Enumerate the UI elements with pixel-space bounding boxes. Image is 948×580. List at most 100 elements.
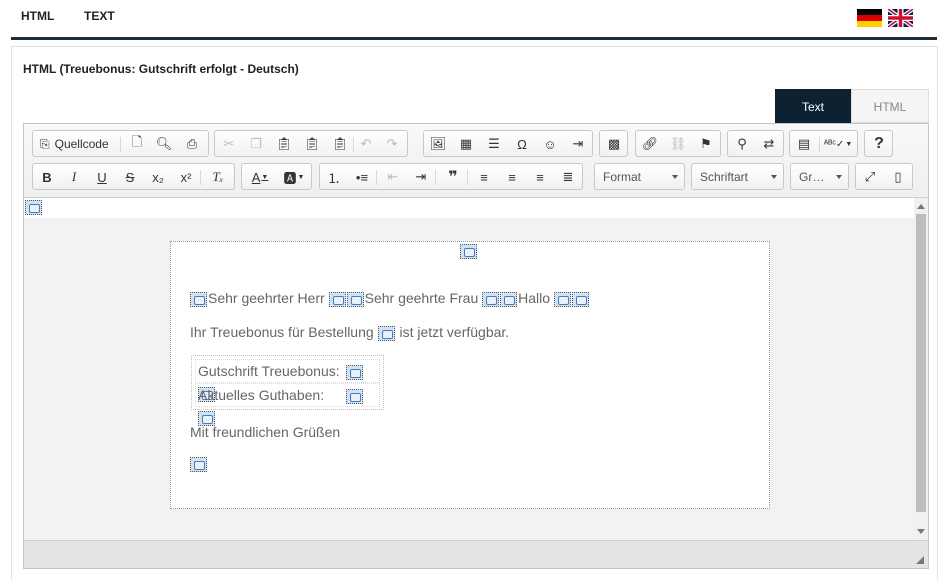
greeting-frau: Sehr geehrte Frau	[364, 290, 479, 306]
table-row: Aktuelles Guthaben:	[195, 383, 380, 426]
placeholder-tag-icon[interactable]	[377, 325, 395, 341]
replace-icon[interactable]: ⇄	[758, 133, 780, 155]
table-row: Gutschrift Treuebonus:	[195, 359, 380, 402]
align-left-icon[interactable]: ≡	[473, 166, 495, 188]
preview-icon[interactable]: 🔍︎	[153, 133, 175, 155]
indent-icon[interactable]: ⇥	[410, 166, 432, 188]
find-icon[interactable]: ⚲	[731, 133, 753, 155]
strikethrough-icon[interactable]: S	[119, 166, 141, 188]
bonus-table: Gutschrift Treuebonus: Aktuelles Guthabe…	[191, 355, 384, 426]
top-tab-bar: HTML TEXT	[0, 0, 948, 40]
help-button[interactable]: ?	[868, 133, 890, 155]
italic-icon[interactable]: I	[63, 166, 85, 188]
placeholder-tag-icon[interactable]	[25, 200, 42, 215]
link-icon[interactable]: 🔗︎	[639, 133, 661, 155]
source-button[interactable]: ⎘ Quellcode	[34, 133, 112, 155]
align-justify-icon[interactable]: ≣	[557, 166, 579, 188]
paste-word-icon[interactable]: 📋︎	[329, 133, 351, 155]
table-icon[interactable]: ▦	[455, 133, 477, 155]
resize-handle-icon[interactable]	[916, 556, 924, 564]
document-group: ⎘ Quellcode 🗋 🔍︎ ⎙	[32, 130, 209, 157]
editor-content[interactable]: Sehr geehrter Herr Sehr geehrte Frau Hal…	[24, 198, 914, 540]
bold-icon[interactable]: B	[36, 166, 58, 188]
align-right-icon[interactable]: ≡	[529, 166, 551, 188]
new-page-icon[interactable]: 🗋	[126, 133, 148, 155]
mode-tab-text[interactable]: Text	[775, 89, 851, 123]
find-group: ⚲ ⇄	[727, 130, 784, 157]
placeholder-tag-icon[interactable]	[346, 364, 363, 380]
email-body[interactable]: Sehr geehrter Herr Sehr geehrte Frau Hal…	[170, 241, 770, 509]
scroll-up-icon[interactable]	[917, 204, 925, 209]
paste-icon[interactable]: 📋︎	[273, 133, 295, 155]
template-panel: HTML (Treuebonus: Gutschrift erfolgt - D…	[11, 46, 938, 580]
background-color-icon[interactable]: 🅰︎ ▼	[279, 166, 309, 188]
qr-group: ▩	[599, 130, 628, 157]
special-char-icon[interactable]: Ω	[511, 133, 533, 155]
bullet-list-icon[interactable]: •≡	[351, 166, 373, 188]
qrcode-icon[interactable]: ▩	[603, 133, 625, 155]
select-all-icon[interactable]: ▤	[793, 133, 815, 155]
placeholder-tag-icon[interactable]	[500, 291, 518, 307]
image-icon[interactable]: 🖼︎	[427, 133, 449, 155]
remove-format-icon[interactable]: Tₓ	[207, 166, 229, 188]
german-flag-icon[interactable]	[857, 9, 882, 27]
placeholder-tag-icon[interactable]	[460, 244, 477, 259]
paste-text-icon[interactable]: 📋︎	[301, 133, 323, 155]
header-divider	[11, 37, 937, 40]
format-dropdown[interactable]: Format	[594, 163, 685, 190]
underline-icon[interactable]: U	[91, 166, 113, 188]
credit-label: Gutschrift Treuebonus:	[198, 363, 340, 379]
chevron-down-icon	[836, 175, 842, 179]
smiley-icon[interactable]: ☺	[539, 133, 561, 155]
signature-line	[190, 455, 208, 472]
clipboard-group: ✂ ❐ 📋︎ 📋︎ 📋︎ ↶ ↷	[214, 130, 408, 157]
size-dropdown[interactable]: Gr…	[790, 163, 849, 190]
uk-flag-icon[interactable]	[888, 9, 913, 27]
source-label: Quellcode	[54, 137, 109, 151]
placeholder-tag-icon[interactable]	[482, 291, 500, 307]
anchor-flag-icon[interactable]: ⚑	[695, 133, 717, 155]
scroll-thumb[interactable]	[916, 214, 926, 512]
copy-icon[interactable]: ❐	[245, 133, 267, 155]
placeholder-tag-icon[interactable]	[328, 291, 346, 307]
undo-icon[interactable]: ↶	[355, 133, 377, 155]
mode-tab-html[interactable]: HTML	[851, 89, 929, 123]
content-top-strip	[24, 198, 914, 218]
vertical-scrollbar[interactable]	[914, 198, 928, 540]
placeholder-tag-icon[interactable]	[190, 291, 207, 307]
show-blocks-icon[interactable]: ▯	[887, 166, 909, 188]
superscript-icon[interactable]: x²	[175, 166, 197, 188]
placeholder-tag-icon[interactable]	[571, 291, 589, 307]
print-icon[interactable]: ⎙	[181, 133, 203, 155]
numbered-list-icon[interactable]: ⒈	[323, 166, 345, 188]
view-group: ⤢ ▯	[855, 163, 913, 190]
page-break-icon[interactable]: ⇥	[567, 133, 589, 155]
spell-group: ▤ ᴬᴮᶜ✓ ▼	[789, 130, 858, 157]
font-dropdown[interactable]: Schriftart	[691, 163, 784, 190]
maximize-icon[interactable]: ⤢	[859, 166, 881, 188]
format-dropdown-label: Format	[603, 170, 642, 184]
unlink-icon[interactable]: ⛓	[667, 133, 689, 155]
text-color-icon[interactable]: A ▼	[245, 166, 275, 188]
link-group: 🔗︎ ⛓ ⚑	[635, 130, 721, 157]
redo-icon[interactable]: ↷	[381, 133, 403, 155]
tab-text[interactable]: TEXT	[84, 9, 115, 23]
balance-label: Aktuelles Guthaben:	[198, 387, 325, 403]
outdent-icon[interactable]: ⇤	[382, 166, 404, 188]
placeholder-tag-icon[interactable]	[190, 456, 207, 472]
chevron-down-icon	[672, 175, 678, 179]
bonus-text-after: ist jetzt verfügbar.	[399, 324, 510, 340]
placeholder-tag-icon[interactable]	[346, 388, 363, 404]
blockquote-icon[interactable]: ❞	[442, 166, 464, 188]
cut-icon[interactable]: ✂	[218, 133, 240, 155]
placeholder-tag-icon[interactable]	[346, 291, 364, 307]
spellcheck-icon[interactable]: ᴬᴮᶜ✓ ▼	[823, 133, 853, 155]
placeholder-tag-icon[interactable]	[553, 291, 571, 307]
scroll-down-icon[interactable]	[917, 529, 925, 534]
horizontal-line-icon[interactable]: ☰	[483, 133, 505, 155]
tab-html[interactable]: HTML	[21, 9, 54, 23]
align-center-icon[interactable]: ≡	[501, 166, 523, 188]
source-icon: ⎘	[40, 136, 50, 151]
subscript-icon[interactable]: x₂	[147, 166, 169, 188]
closing-line: Mit freundlichen Grüßen	[190, 424, 341, 440]
